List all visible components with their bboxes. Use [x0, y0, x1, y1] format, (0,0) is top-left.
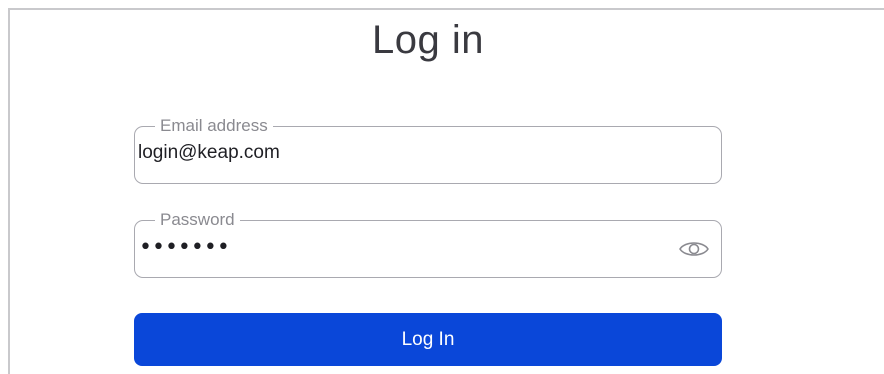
email-input[interactable] — [135, 142, 665, 164]
password-field-label: Password — [155, 210, 240, 230]
email-field[interactable]: Email address — [134, 116, 722, 184]
frame-top-border — [8, 8, 884, 10]
password-input[interactable]: ••••••• — [139, 234, 230, 262]
password-field[interactable]: Password ••••••• — [134, 210, 722, 278]
email-field-label: Email address — [155, 116, 273, 136]
eye-icon-graphic — [679, 242, 709, 256]
login-button[interactable]: Log In — [134, 313, 722, 366]
eye-icon[interactable] — [677, 234, 711, 264]
page-title: Log in — [372, 18, 484, 62]
